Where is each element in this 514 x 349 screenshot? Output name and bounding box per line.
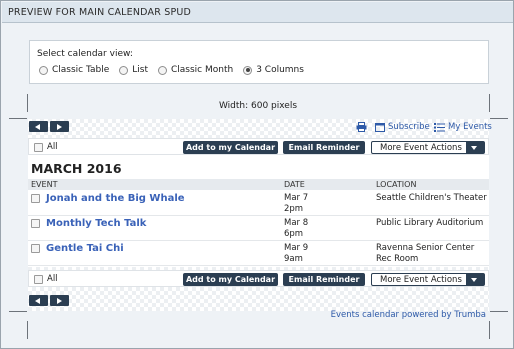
radio-dot[interactable] — [158, 65, 167, 75]
column-header-row: EVENT DATE LOCATION — [28, 179, 489, 190]
prev-button[interactable] — [29, 295, 48, 306]
select-all-bottom[interactable]: All — [34, 274, 58, 284]
next-button[interactable] — [50, 121, 69, 132]
event-row: Monthly Tech Talk Mar 8 6pm Public Librar… — [28, 216, 489, 241]
action-bar-top: All Add to my Calendar Email Reminder Mo… — [28, 138, 489, 155]
more-event-actions-select[interactable]: More Event Actions — [371, 141, 485, 154]
event-checkbox[interactable] — [31, 219, 40, 228]
event-list: MARCH 2016 EVENT DATE LOCATION Jonah and… — [28, 155, 489, 267]
event-checkbox[interactable] — [31, 244, 40, 253]
event-location: Ravenna Senior Center Rec Room — [376, 243, 475, 264]
view-radio-group: Classic Table List Classic Month 3 Colum… — [39, 65, 304, 75]
select-all-checkbox[interactable] — [34, 142, 43, 152]
crop-mark — [27, 321, 28, 339]
view-selector-panel: Select calendar view: Classic Table List… — [29, 40, 489, 84]
crop-mark — [9, 311, 27, 312]
crop-mark — [490, 118, 508, 119]
event-location: Public Library Auditorium — [376, 218, 484, 228]
radio-label: 3 Columns — [256, 65, 304, 75]
more-actions-label: More Event Actions — [380, 274, 462, 285]
column-header-location: LOCATION — [376, 180, 417, 189]
radio-classic-month[interactable]: Classic Month — [158, 65, 233, 75]
more-actions-label: More Event Actions — [380, 142, 462, 153]
view-selector-label: Select calendar view: — [37, 49, 133, 59]
next-button[interactable] — [50, 295, 69, 306]
radio-dot[interactable] — [39, 65, 48, 75]
event-title-link[interactable]: Gentle Tai Chi — [46, 243, 124, 254]
next-arrow-icon — [57, 123, 62, 130]
radio-classic-table[interactable]: Classic Table — [39, 65, 109, 75]
event-title-link[interactable]: Jonah and the Big Whale — [46, 193, 185, 204]
event-time: 6pm — [284, 228, 304, 239]
dropdown-arrow-icon — [466, 274, 484, 285]
preview-header: PREVIEW FOR MAIN CALENDAR SPUD — [2, 2, 513, 23]
event-day: Mar 8 — [284, 218, 309, 228]
radio-label: List — [132, 65, 148, 75]
select-all-top[interactable]: All — [34, 142, 58, 152]
event-date: Mar 9 9am — [284, 243, 308, 264]
radio-list[interactable]: List — [119, 65, 148, 75]
preview-title: PREVIEW FOR MAIN CALENDAR SPUD — [8, 7, 192, 18]
add-to-calendar-button[interactable]: Add to my Calendar — [183, 141, 278, 154]
email-reminder-button[interactable]: Email Reminder — [283, 141, 365, 154]
add-to-calendar-button[interactable]: Add to my Calendar — [183, 273, 278, 286]
print-icon — [356, 122, 367, 132]
radio-3-columns[interactable]: 3 Columns — [243, 65, 304, 75]
date-nav-bottom — [29, 295, 69, 306]
event-location: Seattle Children's Theater — [376, 193, 487, 203]
subscribe-link[interactable]: Subscribe — [375, 122, 430, 132]
month-heading: MARCH 2016 — [31, 161, 122, 176]
event-day: Mar 7 — [284, 193, 309, 203]
width-label: Width: 600 pixels — [218, 101, 298, 111]
select-all-checkbox[interactable] — [34, 274, 43, 284]
prev-arrow-icon — [35, 297, 40, 304]
print-link[interactable] — [356, 122, 367, 132]
next-arrow-icon — [57, 297, 62, 304]
email-reminder-button[interactable]: Email Reminder — [283, 273, 365, 286]
select-all-label: All — [47, 274, 58, 284]
powered-by-link[interactable]: Events calendar powered by Trumba — [331, 310, 486, 320]
list-icon — [434, 122, 445, 132]
event-date: Mar 7 2pm — [284, 193, 308, 214]
radio-label: Classic Month — [171, 65, 234, 75]
prev-arrow-icon — [35, 123, 40, 130]
crop-mark — [489, 321, 490, 339]
event-row: Jonah and the Big Whale Mar 7 2pm Seattle… — [28, 191, 489, 216]
more-event-actions-select[interactable]: More Event Actions — [371, 273, 485, 286]
dropdown-arrow-icon — [466, 142, 484, 153]
event-day: Mar 9 — [284, 243, 309, 253]
date-nav-top — [29, 121, 69, 132]
prev-button[interactable] — [29, 121, 48, 132]
crop-mark — [9, 118, 27, 119]
radio-dot[interactable] — [119, 65, 129, 75]
event-row: Gentle Tai Chi Mar 9 9am Ravenna Senior C… — [28, 241, 489, 266]
radio-label: Classic Table — [52, 65, 110, 75]
calendar-subscribe-icon — [375, 123, 385, 132]
event-time: 9am — [284, 253, 303, 264]
column-header-date: DATE — [284, 180, 305, 189]
action-bar-bottom: All Add to my Calendar Email Reminder Mo… — [28, 270, 489, 287]
radio-dot-selected[interactable] — [243, 65, 253, 75]
event-date: Mar 8 6pm — [284, 218, 308, 239]
select-all-label: All — [47, 142, 58, 152]
preview-window: PREVIEW FOR MAIN CALENDAR SPUD Select ca… — [0, 0, 514, 349]
event-checkbox[interactable] — [31, 194, 40, 203]
event-title-link[interactable]: Monthly Tech Talk — [46, 218, 146, 229]
my-events-label: My Events — [448, 122, 492, 132]
column-header-event: EVENT — [31, 180, 58, 189]
event-time: 2pm — [284, 203, 304, 214]
crop-mark — [490, 311, 508, 312]
my-events-link[interactable]: My Events — [434, 122, 492, 132]
subscribe-label: Subscribe — [388, 122, 430, 132]
